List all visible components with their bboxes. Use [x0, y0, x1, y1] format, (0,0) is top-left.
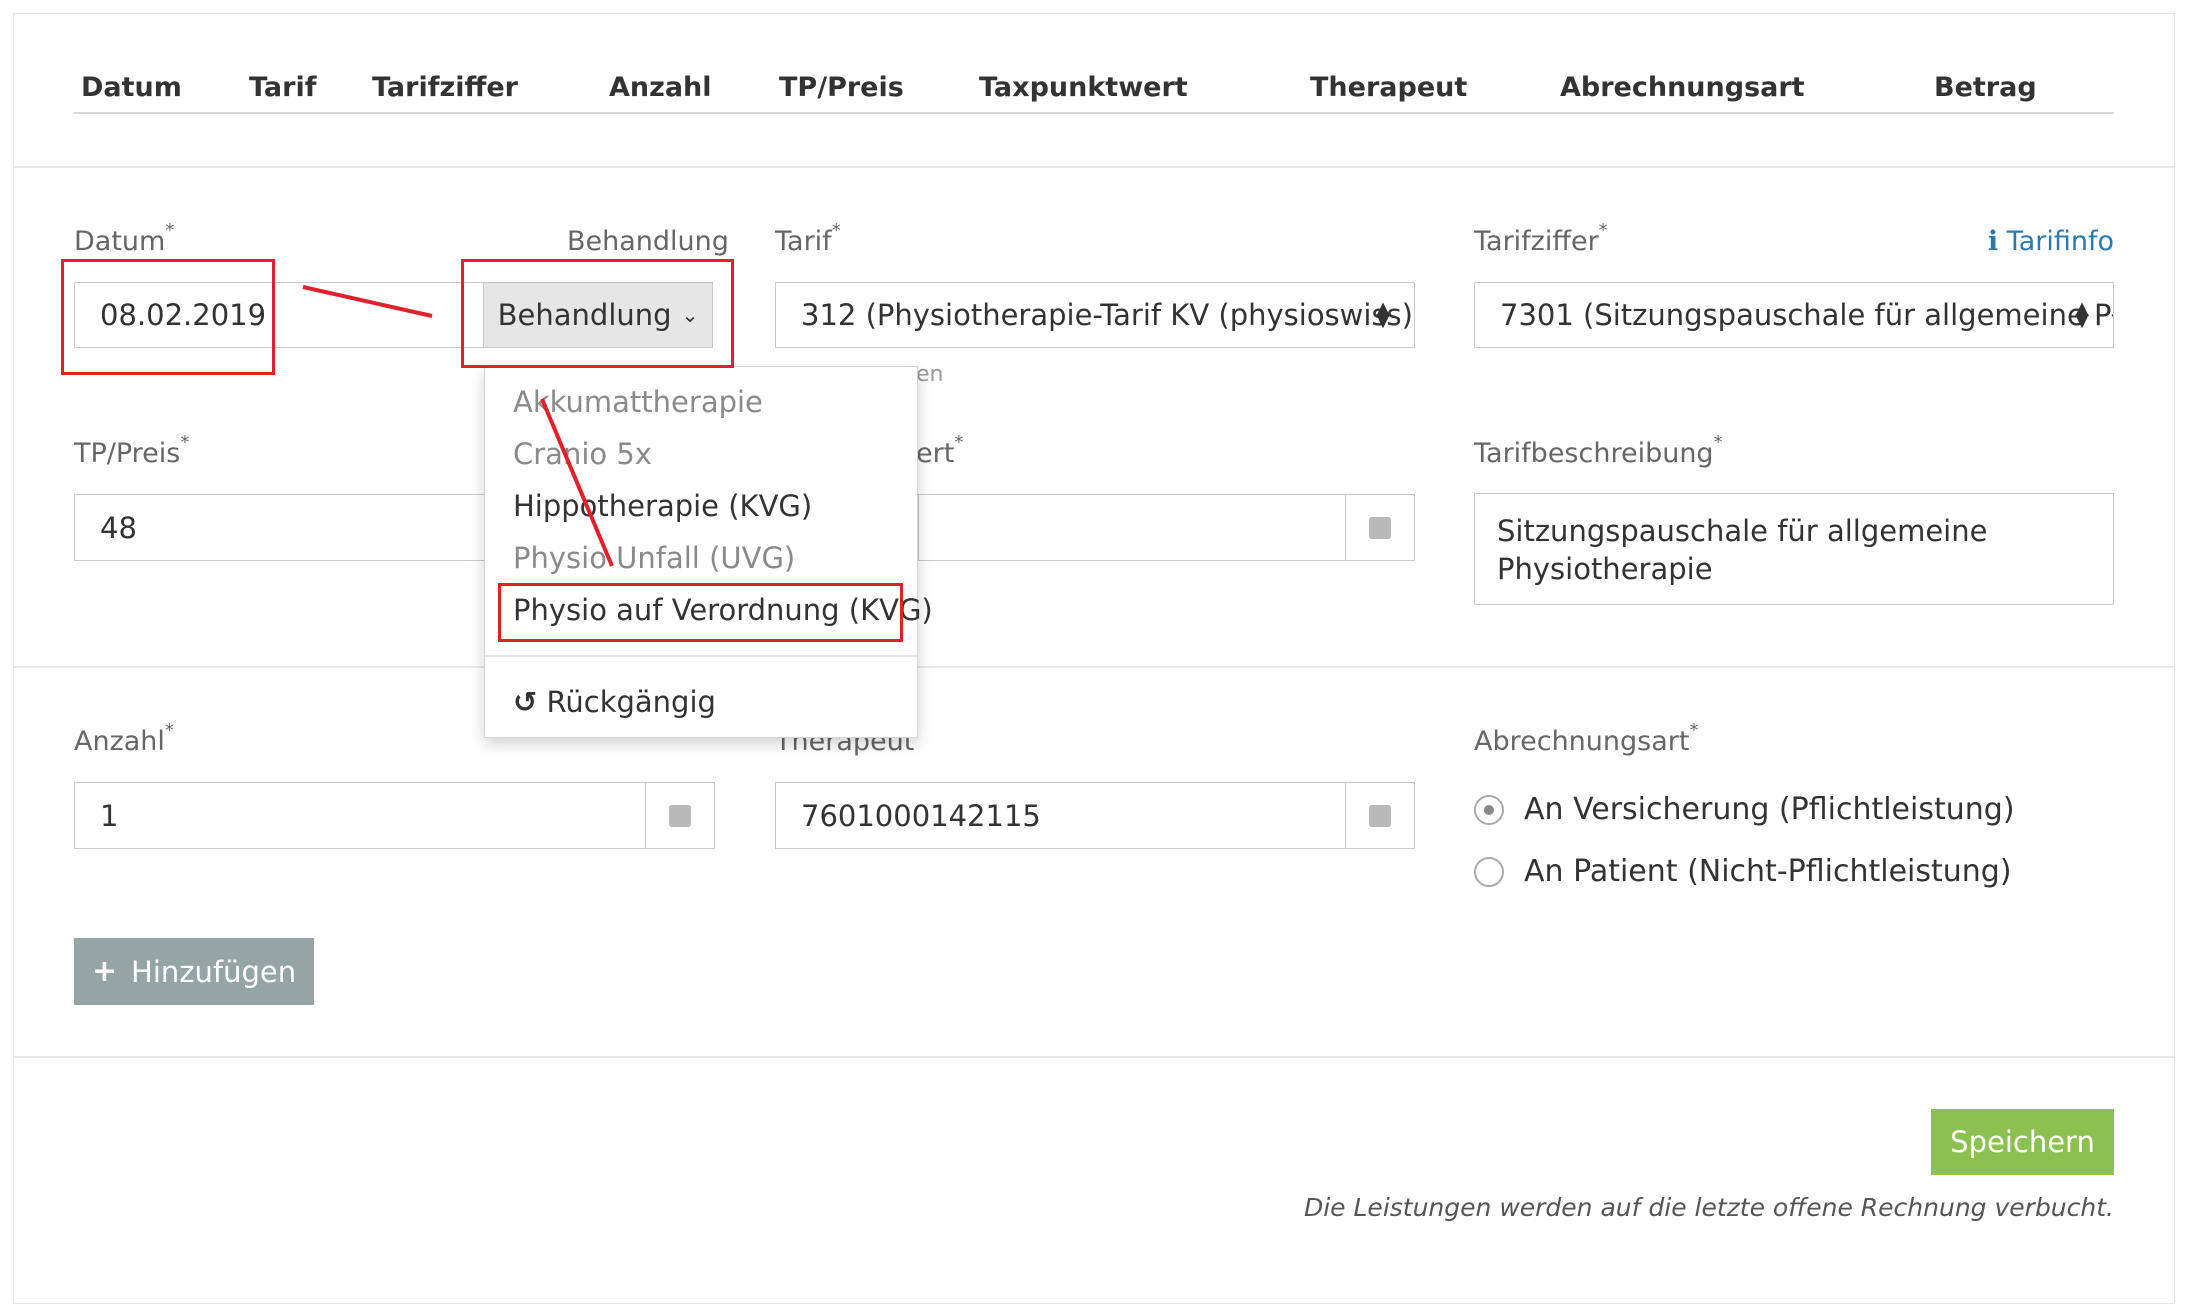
annotation-arrows — [302, 285, 614, 567]
annotation-line — [302, 285, 433, 318]
annotation-line — [540, 398, 614, 567]
